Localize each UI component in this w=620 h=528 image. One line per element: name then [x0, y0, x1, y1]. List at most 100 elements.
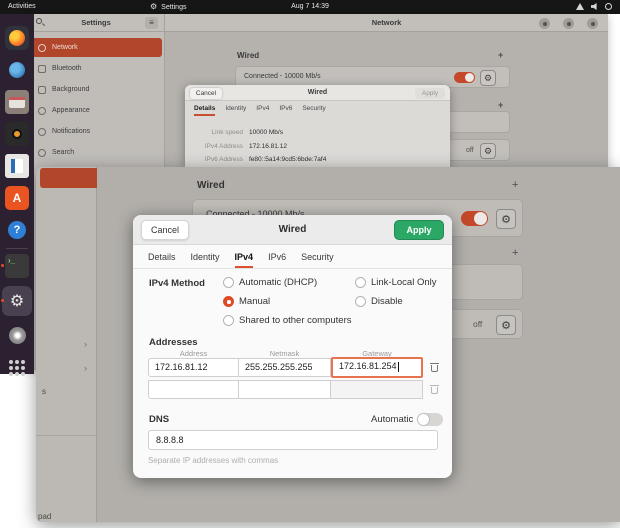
add-wired-button[interactable]: + [512, 179, 518, 191]
delete-address-button-disabled[interactable] [424, 380, 444, 399]
system-tray[interactable] [576, 3, 612, 10]
search-icon [38, 149, 46, 157]
dock-settings-icon[interactable]: ⚙ [5, 289, 29, 313]
notifications-icon [38, 128, 46, 136]
add-wired-button[interactable]: + [498, 50, 503, 60]
wired-settings-button[interactable]: ⚙ [496, 209, 516, 229]
bluetooth-icon [38, 65, 46, 73]
running-indicator [1, 264, 4, 267]
detail-value: fe80::5a14:9cd5:6bde:7af4 [249, 156, 326, 163]
radio-disable[interactable] [355, 296, 366, 307]
radio-label[interactable]: Manual [239, 296, 270, 307]
dock-thunderbird-icon[interactable] [5, 58, 29, 82]
radio-label[interactable]: Automatic (DHCP) [239, 277, 317, 288]
dns-automatic-toggle[interactable] [417, 413, 443, 426]
dock-separator [6, 248, 28, 249]
apply-button[interactable]: Apply [415, 88, 445, 99]
top-bar: Activities ⚙ Settings Aug 7 14:39 [0, 0, 620, 14]
proxy-settings-button[interactable]: ⚙ [496, 315, 516, 335]
radio-label[interactable]: Shared to other computers [239, 315, 351, 326]
wired-settings-button[interactable]: ⚙ [480, 70, 496, 86]
gateway-input-empty[interactable] [331, 380, 423, 399]
sidebar-item-bluetooth[interactable]: Bluetooth [31, 59, 162, 78]
delete-address-button[interactable] [424, 358, 444, 377]
sidebar-label-fragment: pad [38, 512, 51, 521]
tab-security[interactable]: Security [301, 252, 334, 268]
running-indicator [1, 299, 4, 302]
dock-media-player-icon[interactable] [5, 323, 29, 347]
proxy-state-label: off [473, 319, 482, 329]
radio-label[interactable]: Link-Local Only [371, 277, 436, 288]
dock-help-icon[interactable]: ? [5, 218, 29, 242]
netmask-input[interactable]: 255.255.255.255 [239, 358, 331, 377]
dock: A ? ›_ ⚙ [0, 14, 34, 374]
radio-shared[interactable] [223, 315, 234, 326]
tab-details[interactable]: Details [194, 105, 215, 116]
sidebar-item-notifications[interactable]: Notifications [31, 122, 162, 141]
sidebar-item-network-selected[interactable] [40, 168, 97, 188]
add-vpn-button[interactable]: + [498, 100, 503, 110]
sidebar-item-label: Appearance [52, 107, 90, 114]
dock-software-icon[interactable]: A [5, 186, 29, 210]
clock[interactable]: Aug 7 14:39 [0, 3, 620, 10]
dialog-headerbar: Cancel Wired Apply [185, 85, 450, 101]
tab-ipv6[interactable]: IPv6 [279, 105, 292, 116]
detail-value: 172.16.81.12 [249, 143, 287, 150]
sidebar-item-search[interactable]: Search [31, 143, 162, 162]
radio-link-local[interactable] [355, 277, 366, 288]
tab-identity[interactable]: Identity [191, 252, 220, 268]
dialog-title: Wired [185, 89, 450, 96]
hamburger-menu-button[interactable]: ≡ [145, 17, 158, 29]
dock-terminal-icon[interactable]: ›_ [5, 254, 29, 278]
apply-button[interactable]: Apply [394, 220, 444, 240]
gateway-input[interactable]: 172.16.81.254 [331, 357, 423, 378]
proxy-settings-button[interactable]: ⚙ [480, 143, 496, 159]
netmask-input-empty[interactable] [239, 380, 331, 399]
tab-identity[interactable]: Identity [225, 105, 246, 116]
chevron-right-icon: › [84, 339, 87, 349]
desktop: Activities ⚙ Settings Aug 7 14:39 Settin… [0, 0, 620, 528]
radio-manual[interactable] [223, 296, 234, 307]
dock-files-icon[interactable] [5, 90, 29, 114]
dock-writer-icon[interactable] [5, 154, 29, 178]
dns-automatic-label: Automatic [371, 414, 413, 425]
dock-rhythmbox-icon[interactable] [5, 122, 29, 146]
wired-details-dialog: Cancel Wired Apply Details Identity IPv4… [185, 85, 450, 167]
tab-ipv6[interactable]: IPv6 [268, 252, 286, 268]
dialog-tabs: Details Identity IPv4 IPv6 Security [148, 252, 349, 268]
close-button[interactable] [587, 18, 598, 29]
tab-ipv4[interactable]: IPv4 [256, 105, 269, 116]
dns-input[interactable]: 8.8.8.8 [148, 430, 438, 450]
tab-security[interactable]: Security [302, 105, 325, 116]
sidebar-item-label: Bluetooth [52, 65, 82, 72]
sidebar-label-fragment: s [42, 387, 46, 396]
dock-firefox-icon[interactable] [5, 26, 29, 50]
column-header-netmask: Netmask [239, 349, 330, 358]
trash-icon [430, 363, 439, 373]
sidebar-item-background[interactable]: Background [31, 80, 162, 99]
tab-details[interactable]: Details [148, 252, 176, 268]
sidebar-item-label: Notifications [52, 128, 90, 135]
address-input[interactable]: 172.16.81.12 [148, 358, 239, 377]
network-icon [576, 3, 584, 10]
sidebar-item-label: Search [52, 149, 74, 156]
maximize-button[interactable] [563, 18, 574, 29]
radio-label[interactable]: Disable [371, 296, 403, 307]
add-vpn-button[interactable]: + [512, 247, 518, 259]
sidebar-item-label: Network [52, 44, 78, 51]
wired-ipv4-dialog: Cancel Wired Apply Details Identity IPv4… [133, 215, 452, 478]
address-input-empty[interactable] [148, 380, 239, 399]
dock-app-grid-icon[interactable] [5, 356, 29, 380]
radio-automatic-dhcp[interactable] [223, 277, 234, 288]
sidebar-item-network[interactable]: Network [31, 38, 162, 57]
dialog-tabs: Details Identity IPv4 IPv6 Security [194, 105, 336, 116]
sidebar-item-label: Background [52, 86, 89, 93]
wired-toggle[interactable] [454, 72, 475, 83]
tab-ipv4[interactable]: IPv4 [235, 252, 254, 268]
ipv4-method-label: IPv4 Method [149, 278, 205, 289]
detail-label: Link speed [185, 129, 243, 136]
minimize-button[interactable] [539, 18, 550, 29]
divider [133, 268, 452, 269]
wired-toggle[interactable] [461, 211, 488, 226]
sidebar-item-appearance[interactable]: Appearance [31, 101, 162, 120]
